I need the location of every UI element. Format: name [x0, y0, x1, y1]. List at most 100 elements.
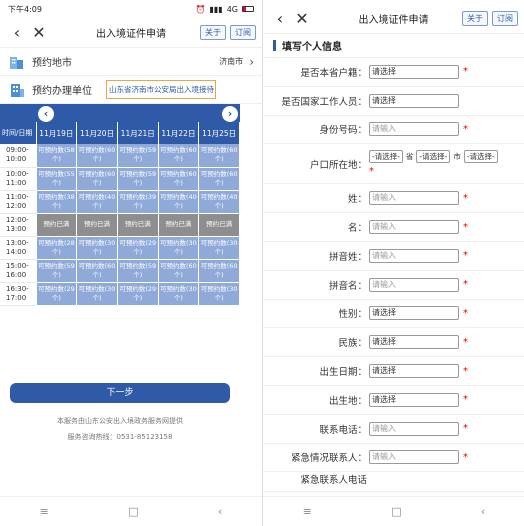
- field-label: 紧急联系人电话: [300, 475, 367, 487]
- back-nav-icon[interactable]: ‹: [481, 505, 485, 518]
- slot-available-cell[interactable]: 可预约数(60个): [158, 259, 200, 283]
- slot-available-cell[interactable]: 可预约数(30个): [198, 282, 240, 306]
- slot-available-cell[interactable]: 可预约数(59个): [36, 259, 78, 283]
- time-slot: 15:00-16:00: [0, 259, 37, 283]
- form-row: 姓： 请输入 *: [263, 184, 524, 214]
- slot-available-cell[interactable]: 可预约数(60个): [76, 167, 118, 191]
- text-input[interactable]: 请输入: [369, 191, 459, 206]
- date-header: 11月21日: [117, 122, 159, 144]
- section-header: 填写个人信息: [263, 34, 524, 58]
- close-icon[interactable]: ✕: [291, 4, 313, 34]
- slot-available-cell[interactable]: 可预约数(40个): [198, 190, 240, 214]
- slot-available-cell[interactable]: 可预约数(60个): [198, 144, 240, 168]
- select-input[interactable]: 请选择: [369, 335, 459, 350]
- select-input[interactable]: 请选择: [369, 64, 459, 79]
- subscribe-button[interactable]: 订阅: [492, 11, 518, 26]
- select-input[interactable]: 请选择: [369, 364, 459, 379]
- slot-available-cell[interactable]: 可预约数(28个): [36, 236, 78, 260]
- status-icons: ⏰ ▮▮▮ 4G: [196, 5, 254, 14]
- county-select[interactable]: -请选择-: [463, 150, 498, 164]
- slot-available-cell[interactable]: 可预约数(60个): [76, 259, 118, 283]
- select-input[interactable]: 请选择: [369, 93, 459, 108]
- back-nav-icon[interactable]: ‹: [218, 505, 222, 518]
- menu-icon[interactable]: ≡: [303, 505, 312, 518]
- slot-available-cell[interactable]: 可预约数(59个): [117, 167, 159, 191]
- calendar-nav: ‹ ›: [0, 104, 240, 122]
- text-input[interactable]: 请输入: [369, 220, 459, 235]
- slot-available-cell[interactable]: 可预约数(60个): [76, 144, 118, 168]
- slot-available-cell[interactable]: 可预约数(59个): [117, 144, 159, 168]
- slot-available-cell[interactable]: 可预约数(38个): [36, 190, 78, 214]
- text-input[interactable]: 请输入: [369, 450, 459, 465]
- back-icon[interactable]: ‹: [269, 4, 291, 34]
- field-label: 联系电话：: [319, 424, 367, 436]
- slot-available-cell[interactable]: 可预约数(60个): [198, 259, 240, 283]
- time-slot: 12:00-13:00: [0, 213, 37, 237]
- slot-available-cell[interactable]: 可预约数(60个): [158, 144, 200, 168]
- field-label: 是否本省户籍：: [300, 67, 367, 79]
- home-icon[interactable]: □: [128, 505, 138, 518]
- table-row: 10:00-11:00 可预约数(55个) 可预约数(60个) 可预约数(59个) 可预…: [0, 167, 240, 191]
- slot-available-cell[interactable]: 可预约数(30个): [158, 236, 200, 260]
- battery-icon: [242, 6, 254, 12]
- date-header: 11月20日: [76, 122, 118, 144]
- about-button[interactable]: 关于: [200, 25, 226, 40]
- next-week-icon[interactable]: ›: [222, 106, 238, 122]
- province-select[interactable]: -请选择-: [369, 150, 403, 164]
- slot-available-cell[interactable]: 可预约数(30个): [198, 236, 240, 260]
- field-label: 身份号码：: [319, 125, 367, 137]
- system-nav-bar: ≡ □ ‹: [263, 496, 524, 526]
- city-unit: 市: [453, 152, 461, 162]
- date-header: 11月25日: [198, 122, 240, 144]
- field-label: 性别：: [338, 309, 367, 321]
- text-input[interactable]: 请输入: [369, 122, 459, 137]
- slot-available-cell[interactable]: 可预约数(55个): [36, 167, 78, 191]
- subscribe-button[interactable]: 订阅: [230, 25, 256, 40]
- slot-available-cell[interactable]: 可预约数(30个): [76, 236, 118, 260]
- time-slot: 10:00-11:00: [0, 167, 37, 191]
- form-row: 出生地： 请选择 *: [263, 386, 524, 415]
- system-nav-bar: ≡ □ ‹: [0, 496, 262, 526]
- footer-hotline: 服务咨询热线：0531-85123158: [67, 433, 173, 441]
- slot-available-cell[interactable]: 可预约数(60个): [158, 167, 200, 191]
- required-mark: *: [463, 123, 468, 135]
- home-icon[interactable]: □: [391, 505, 401, 518]
- city-select-row[interactable]: 预约地市 济南市 ›: [0, 48, 262, 76]
- slot-available-cell[interactable]: 可预约数(58个): [36, 144, 78, 168]
- slot-available-cell[interactable]: 可预约数(40个): [76, 190, 118, 214]
- select-input[interactable]: 请选择: [369, 392, 459, 407]
- slot-available-cell[interactable]: 可预约数(29个): [117, 236, 159, 260]
- slot-available-cell[interactable]: 可预约数(30个): [158, 282, 200, 306]
- prev-week-icon[interactable]: ‹: [38, 106, 54, 122]
- text-input[interactable]: 请输入: [369, 277, 459, 292]
- right-screen: ‹ ✕ 出入境证件申请 关于 订阅 填写个人信息 是否本省户籍： 请选择 * 是否国家…: [262, 0, 524, 526]
- status-bar: 下午4:09 ⏰ ▮▮▮ 4G: [0, 0, 262, 18]
- chevron-right-icon: ›: [249, 54, 254, 69]
- slot-available-cell[interactable]: 可预约数(40个): [158, 190, 200, 214]
- next-step-button[interactable]: 下一步: [10, 383, 230, 403]
- unit-value[interactable]: 山东省济南市公安局出入境接待: [106, 80, 216, 99]
- slot-available-cell[interactable]: 可预约数(39个): [117, 190, 159, 214]
- back-icon[interactable]: ‹: [6, 18, 28, 48]
- slot-available-cell[interactable]: 可预约数(60个): [198, 167, 240, 191]
- slot-full-cell: 预约已满: [117, 213, 159, 237]
- slot-available-cell[interactable]: 可预约数(29个): [36, 282, 78, 306]
- table-row: 11:00-12:00 可预约数(38个) 可预约数(40个) 可预约数(39个) 可预…: [0, 190, 240, 214]
- close-icon[interactable]: ✕: [28, 18, 50, 48]
- required-mark: *: [463, 279, 468, 291]
- menu-icon[interactable]: ≡: [40, 505, 49, 518]
- field-label: 出生日期：: [319, 367, 367, 379]
- slot-available-cell[interactable]: 可预约数(30个): [76, 282, 118, 306]
- footer-provider: 本服务由山东公安出入境政务服务网提供: [57, 417, 183, 425]
- select-input[interactable]: 请选择: [369, 306, 459, 321]
- required-mark: *: [463, 365, 468, 377]
- city-select[interactable]: -请选择-: [416, 150, 451, 164]
- text-input[interactable]: 请输入: [369, 248, 459, 263]
- slot-available-cell[interactable]: 可预约数(59个): [117, 259, 159, 283]
- unit-select-row[interactable]: 预约办理单位 山东省济南市公安局出入境接待: [0, 76, 262, 104]
- about-button[interactable]: 关于: [462, 11, 488, 26]
- field-label: 户口所在地：: [309, 159, 367, 171]
- slot-available-cell[interactable]: 可预约数(29个): [117, 282, 159, 306]
- corner-header: 时间/日期: [0, 122, 37, 144]
- text-input[interactable]: 请输入: [369, 421, 459, 436]
